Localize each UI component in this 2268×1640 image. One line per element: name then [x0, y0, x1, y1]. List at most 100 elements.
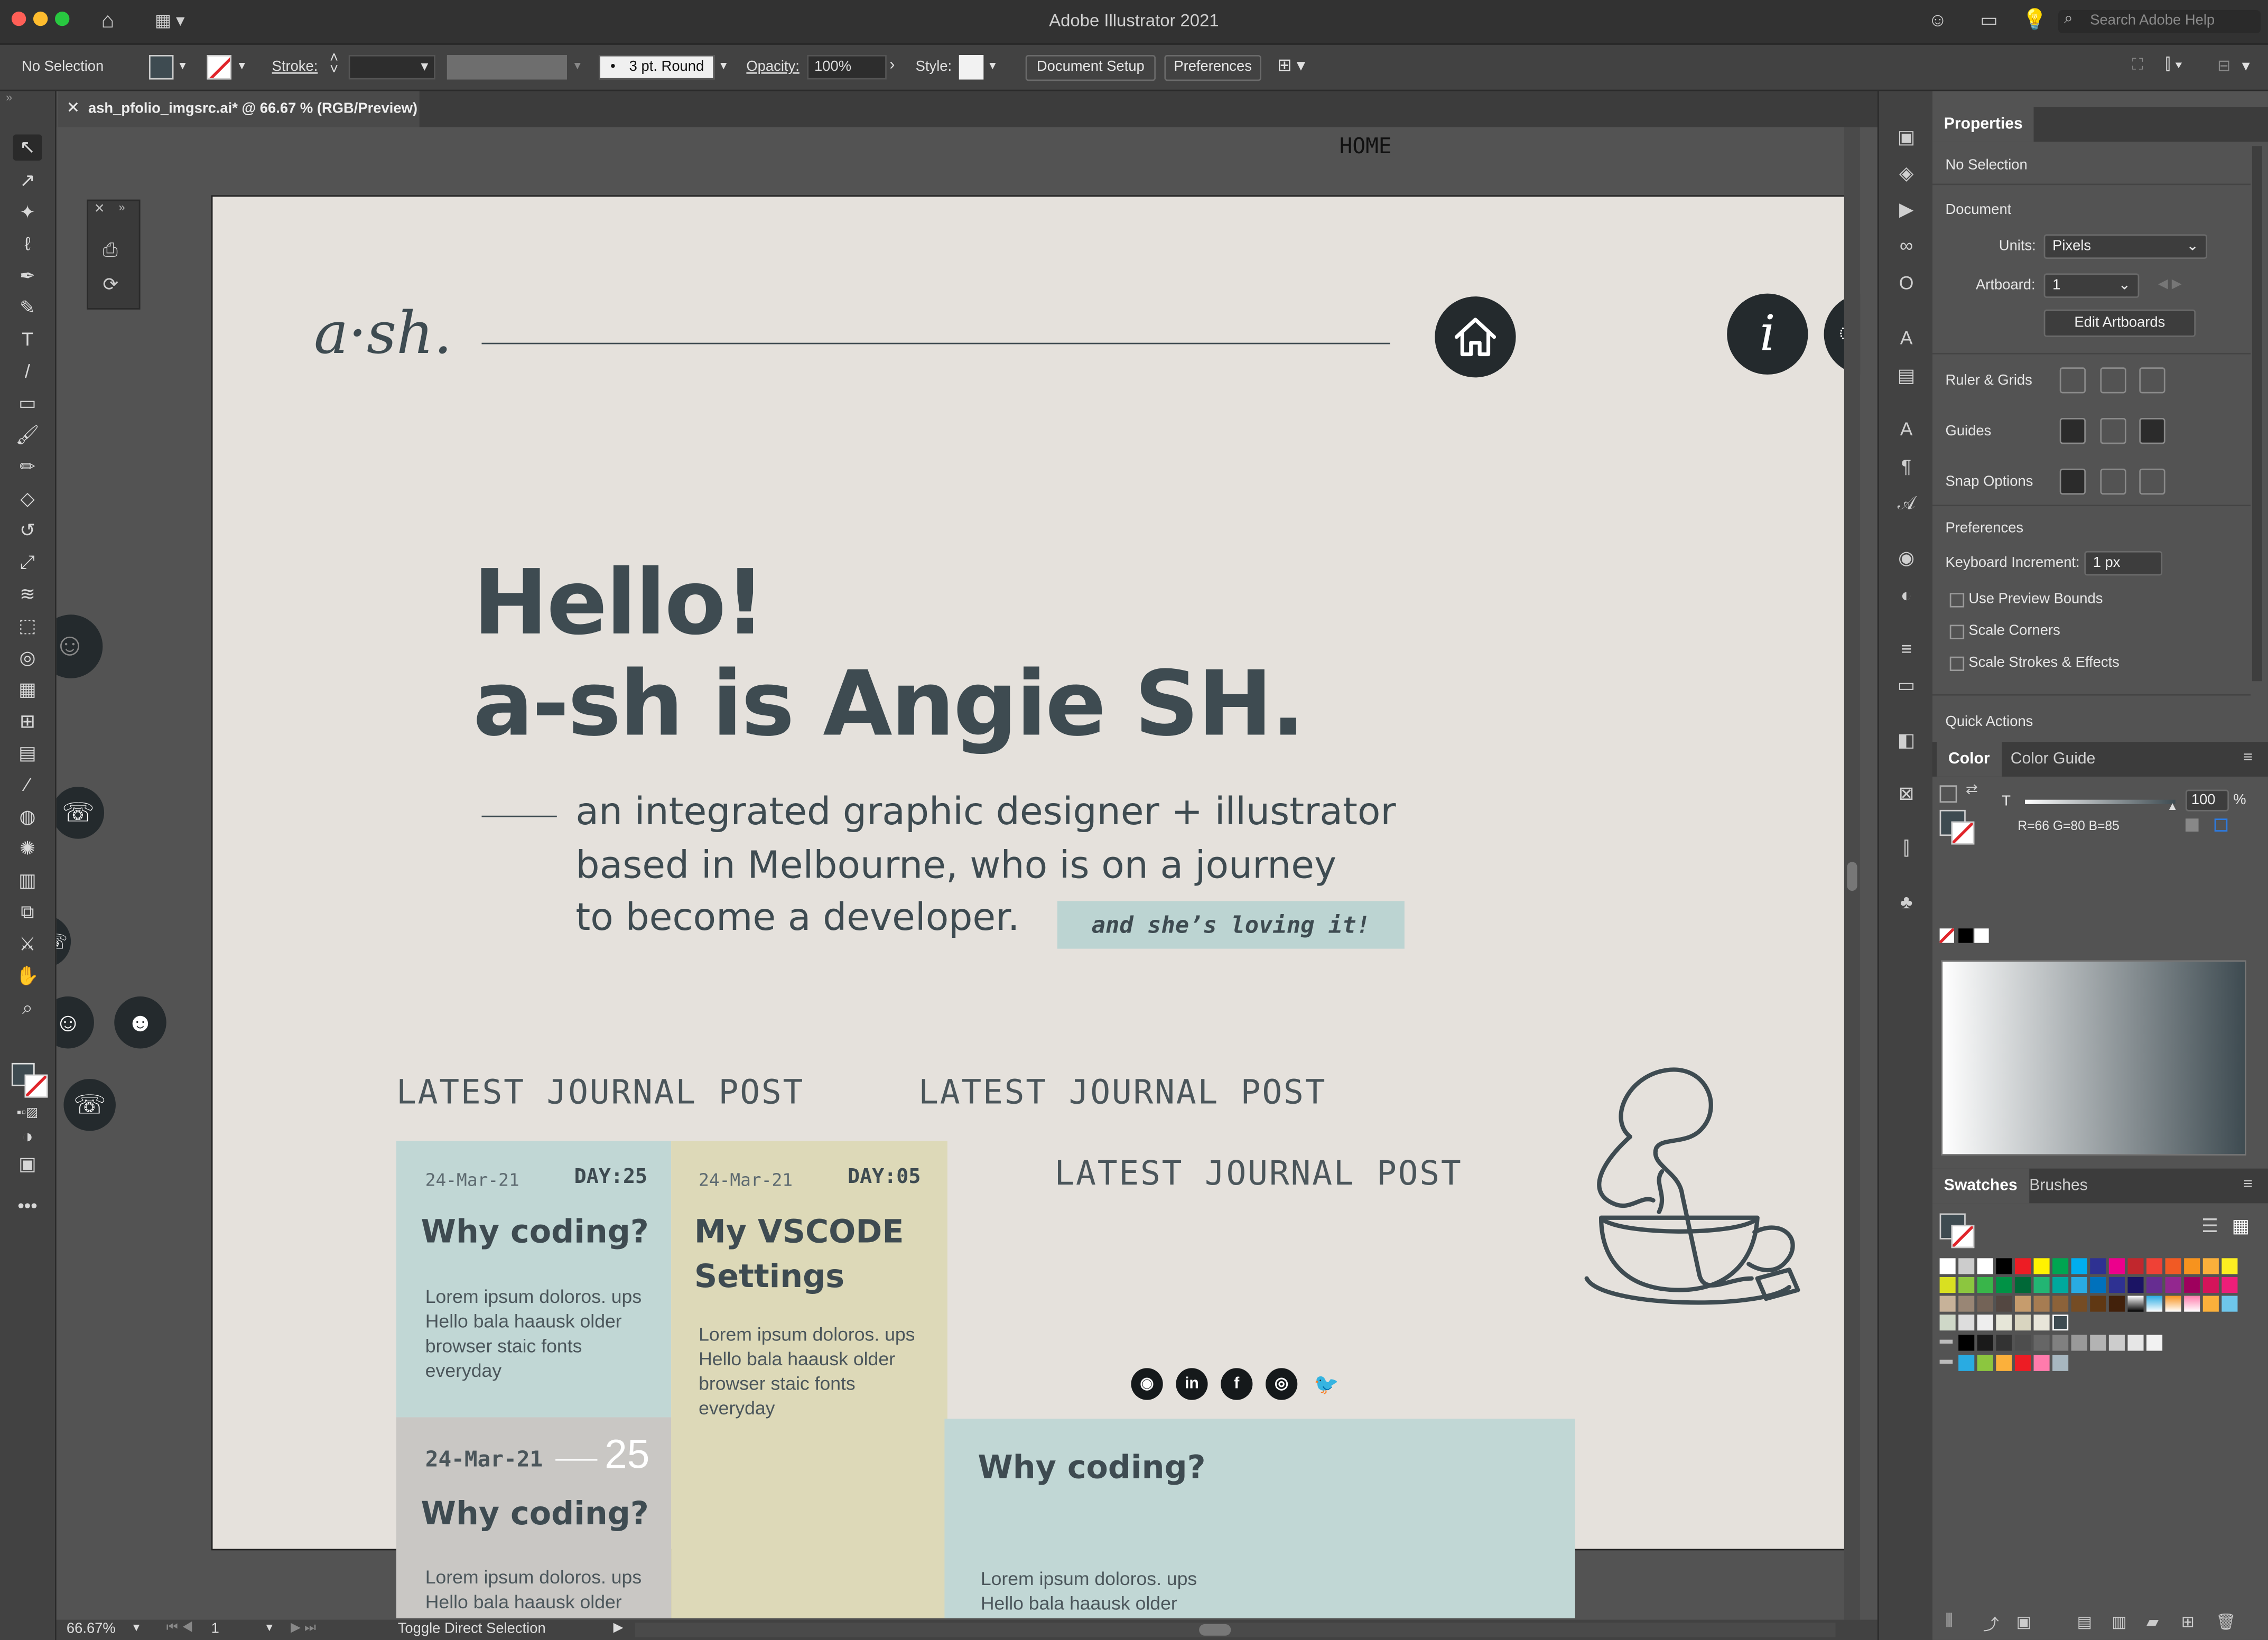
swatch[interactable]	[2221, 1296, 2238, 1312]
export-asset-icon[interactable]: ⎙	[103, 239, 117, 262]
swatch[interactable]	[2090, 1276, 2106, 1293]
paragraph-styles-icon[interactable]: ▤	[1893, 363, 1919, 389]
swatch[interactable]	[2014, 1355, 2031, 1371]
horizontal-scroll-thumb[interactable]	[1199, 1624, 1231, 1636]
lightbulb-icon[interactable]: 💡	[2022, 7, 2048, 32]
refresh-asset-icon[interactable]: ⟳	[103, 273, 118, 296]
linkedin-icon[interactable]: in	[1176, 1368, 1208, 1400]
snap-to-point-icon[interactable]	[2059, 468, 2086, 495]
graphic-styles-icon[interactable]: ◐	[1893, 583, 1919, 609]
swatch[interactable]	[2202, 1258, 2219, 1274]
swatch[interactable]	[2165, 1296, 2181, 1312]
journal-card-4[interactable]: Why coding? Lorem ipsum doloros. ups Hel…	[944, 1419, 1575, 1618]
vertical-scroll-thumb[interactable]	[1847, 862, 1857, 891]
canvas-horizontal-scrollbar[interactable]	[635, 1623, 1836, 1637]
stroke-label[interactable]: Stroke:	[272, 59, 318, 75]
swatch[interactable]	[2014, 1315, 2031, 1331]
swatch[interactable]	[2033, 1315, 2050, 1331]
perspective-grid-tool-icon[interactable]: ▦	[13, 677, 42, 703]
status-menu-icon[interactable]: ▶	[614, 1620, 624, 1636]
swatch[interactable]	[2165, 1276, 2181, 1293]
swatch[interactable]	[1996, 1335, 2012, 1351]
color-tab[interactable]: Color	[1937, 742, 2002, 777]
swatch[interactable]	[1958, 1315, 1975, 1331]
draw-mode-icon[interactable]: ◑	[13, 1124, 42, 1150]
brush-dropdown-icon[interactable]: ▾	[720, 58, 727, 73]
pencil-tool-icon[interactable]: ✏	[13, 454, 42, 480]
slice-tool-icon[interactable]: ⚔	[13, 931, 42, 957]
out-of-web-color-icon[interactable]	[2185, 818, 2199, 832]
line-tool-icon[interactable]: /	[13, 359, 42, 385]
panel-menu-icon[interactable]: ≡	[2243, 1176, 2253, 1193]
artboard-nav-last-icon[interactable]: ▶ ⏭	[291, 1620, 316, 1636]
swatch[interactable]	[1996, 1315, 2012, 1331]
swatch[interactable]	[2052, 1258, 2069, 1274]
swatch[interactable]	[2202, 1296, 2219, 1312]
swatch[interactable]	[2052, 1276, 2069, 1293]
tint-slider[interactable]	[2025, 799, 2176, 804]
hand-tool-icon[interactable]: ✋	[13, 963, 42, 989]
scale-strokes-checkbox[interactable]	[1949, 656, 1965, 672]
pen-tool-icon[interactable]: ✒	[13, 263, 42, 289]
transparency-grid-icon[interactable]	[2139, 367, 2165, 394]
close-tab-icon[interactable]: ✕	[67, 91, 80, 127]
blend-tool-icon[interactable]: ◍	[13, 804, 42, 830]
panel-menu-icon[interactable]: ≡	[2243, 749, 2253, 767]
lock-guides-icon[interactable]	[2100, 418, 2126, 444]
fill-dropdown-icon[interactable]: ▾	[179, 58, 185, 73]
preferences-button[interactable]: Preferences	[1164, 55, 1261, 81]
swatch-selected[interactable]	[2052, 1315, 2069, 1331]
swatch[interactable]	[2033, 1335, 2050, 1351]
swatch[interactable]	[2127, 1335, 2144, 1351]
swatch[interactable]	[2071, 1276, 2087, 1293]
artboard-dropdown-icon[interactable]: ▾	[266, 1620, 273, 1636]
stroke-color-box[interactable]	[24, 1074, 48, 1098]
warp-tool-icon[interactable]: ≋	[13, 581, 42, 607]
paintbrush-tool-icon[interactable]: 🖌	[13, 422, 42, 448]
swatch-libraries-icon[interactable]: ⫼	[1946, 1613, 1953, 1632]
search-box[interactable]: ⌕ Search Adobe Help	[2058, 10, 2261, 33]
swatch[interactable]	[2071, 1335, 2087, 1351]
home-circle-button[interactable]	[1435, 296, 1516, 378]
twitter-icon[interactable]: 🐦	[1310, 1368, 1342, 1400]
align-panel-strip-icon[interactable]: ⫿	[1893, 836, 1919, 862]
color-guide-tab[interactable]: Color Guide	[1999, 742, 2107, 777]
eraser-tool-icon[interactable]: ◇	[13, 486, 42, 512]
document-tab[interactable]: ✕ ash_pfolio_imgsrc.ai* @ 66.67 % (RGB/P…	[58, 91, 420, 127]
facebook-icon[interactable]: f	[1221, 1368, 1253, 1400]
properties-scrollbar[interactable]	[2252, 146, 2262, 682]
brushes-tab[interactable]: Brushes	[2018, 1169, 2099, 1204]
zoom-tool-icon[interactable]: ⌕	[13, 995, 42, 1021]
graphic-style-swatch[interactable]	[959, 55, 984, 80]
color-stroke-box[interactable]	[1951, 821, 1975, 845]
journal-card-2[interactable]: 24-Mar-21 DAY:05 My VSCODE Settings Lore…	[671, 1141, 947, 1618]
collapse-toolbar-icon[interactable]: »	[6, 91, 12, 104]
swatch[interactable]	[2127, 1296, 2144, 1312]
artboard-prev-next-icon[interactable]: ◀ ▶	[2158, 276, 2182, 292]
instagram-icon[interactable]: ◎	[1266, 1368, 1298, 1400]
stroke-weight-stepper[interactable]: ˄ ˅	[330, 51, 338, 77]
show-swatch-kinds-icon[interactable]: ▣	[2016, 1613, 2031, 1632]
profile-dropdown-icon[interactable]: ▾	[574, 58, 581, 73]
smiley-artwork-icon[interactable]: ☺	[56, 614, 103, 678]
swatch[interactable]	[2014, 1258, 2031, 1274]
add-to-library-icon[interactable]: ⤴	[1983, 1613, 1999, 1636]
opacity-expand-icon[interactable]: ›	[889, 57, 895, 74]
delete-swatch-icon[interactable]: 🗑	[2216, 1613, 2236, 1632]
expand-panel-icon[interactable]: »	[118, 201, 125, 214]
opentype-icon[interactable]: O	[1893, 271, 1919, 296]
actions-icon[interactable]: ▶	[1893, 197, 1919, 222]
swatch[interactable]	[1939, 1258, 1956, 1274]
home-text-label[interactable]: HOME	[1340, 133, 1392, 159]
swatch[interactable]	[2033, 1258, 2050, 1274]
swatch[interactable]	[1958, 1276, 1975, 1293]
swatches-tab[interactable]: Swatches	[1932, 1168, 2029, 1204]
grid-icon[interactable]	[2100, 367, 2126, 394]
swatch[interactable]	[2127, 1276, 2144, 1293]
gradient-tool-icon[interactable]: ▤	[13, 740, 42, 766]
swatch[interactable]	[2033, 1355, 2050, 1371]
snap-to-grid-icon[interactable]	[2100, 468, 2126, 495]
journal-card-3[interactable]: 24-Mar-21 25 Why coding? Lorem ipsum dol…	[396, 1417, 672, 1618]
character-styles-icon[interactable]: A	[1893, 325, 1919, 351]
new-folder-icon[interactable]: ▰	[2146, 1613, 2159, 1632]
